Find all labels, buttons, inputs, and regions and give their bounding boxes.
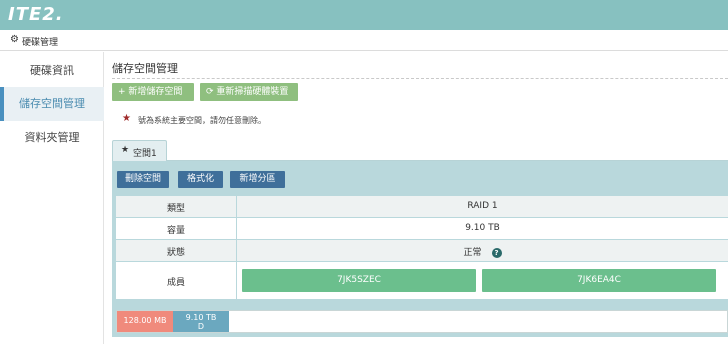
type-value: RAID 1 (467, 201, 498, 211)
top-header-bar: ITE2. (0, 0, 728, 30)
system-space-notice: ★ 號為系統主要空間，請勿任意刪除。 (112, 110, 728, 130)
star-icon: ★ (121, 145, 130, 155)
sidebar-item-label: 儲存空間管理 (19, 97, 85, 110)
delete-space-button[interactable]: 刪除空間 (117, 171, 169, 188)
type-label: 類型 (166, 204, 185, 214)
notice-text: 號為系統主要空間，請勿任意刪除。 (138, 116, 266, 125)
tab-label: 空間1 (133, 149, 157, 159)
title-divider (112, 78, 728, 79)
main-content: 儲存空間管理 + 新增儲存空間 ⟳ 重新掃描硬體裝置 ★ 號為系統主要空間，請勿… (104, 52, 728, 344)
format-button[interactable]: 格式化 (178, 171, 223, 188)
members-label: 成員 (166, 278, 185, 288)
add-storage-label: 新增儲存空間 (128, 87, 183, 97)
usage-segment-data[interactable]: 9.10 TB D (173, 311, 229, 332)
member-disk-button[interactable]: 7JK6EA4C (482, 269, 716, 292)
usage-segment-system[interactable]: 128.00 MB (117, 311, 173, 332)
sidebar-item-folder-management[interactable]: 資料夾管理 (0, 121, 104, 155)
add-storage-button[interactable]: + 新增儲存空間 (112, 83, 194, 101)
sidebar-item-label: 資料夾管理 (24, 131, 80, 144)
capacity-label: 容量 (166, 226, 185, 236)
rescan-hardware-button[interactable]: ⟳ 重新掃描硬體裝置 (200, 83, 298, 101)
table-row: 成員 7JK5SZEC 7JK6EA4C (116, 262, 728, 299)
breadcrumb-label: 硬碟管理 (22, 38, 59, 48)
table-row: 類型 RAID 1 (116, 196, 728, 217)
refresh-icon: ⟳ (206, 87, 214, 97)
segment-label: 128.00 MB (123, 316, 167, 325)
star-icon: ★ (122, 113, 131, 124)
segment-size-label: 9.10 TB (185, 313, 217, 322)
ite2-logo: ITE2. (8, 4, 64, 25)
space-panel: 刪除空間 格式化 新增分區 類型 RAID 1 容量 9.10 TB 狀態 正常… (112, 161, 728, 337)
segment-drive-label: D (197, 322, 205, 331)
member-disk-button[interactable]: 7JK5SZEC (242, 269, 476, 292)
add-partition-button[interactable]: 新增分區 (230, 171, 285, 188)
tab-space-1[interactable]: ★ 空間1 (112, 140, 167, 161)
status-label: 狀態 (166, 248, 185, 258)
breadcrumb: ⚙ 硬碟管理 (0, 30, 728, 51)
page-title: 儲存空間管理 (112, 62, 178, 75)
plus-icon: + (118, 87, 126, 97)
sidebar-item-disk-info[interactable]: 硬碟資訊 (0, 54, 104, 88)
table-row: 容量 9.10 TB (116, 218, 728, 239)
sidebar-item-storage-management[interactable]: 儲存空間管理 (0, 87, 104, 121)
table-row: 狀態 正常? (116, 240, 728, 261)
rescan-label: 重新掃描硬體裝置 (216, 87, 289, 97)
active-indicator (0, 87, 4, 121)
help-icon[interactable]: ? (491, 248, 502, 258)
status-value: 正常 (463, 248, 482, 258)
sidebar-item-label: 硬碟資訊 (30, 64, 74, 77)
storage-usage-bar: 128.00 MB 9.10 TB D (116, 310, 728, 333)
capacity-value: 9.10 TB (465, 223, 500, 233)
sidebar: 硬碟資訊 儲存空間管理 資料夾管理 (0, 52, 104, 344)
gear-icon: ⚙ (10, 34, 19, 45)
